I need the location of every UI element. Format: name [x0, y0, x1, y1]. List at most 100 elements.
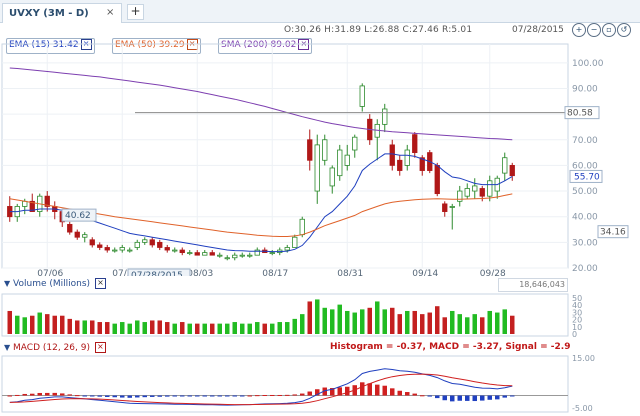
zoom-reset-icon[interactable]: ↺ [617, 23, 631, 37]
volume-bar [105, 322, 110, 334]
collapse-volume-icon[interactable]: ▼ [4, 279, 10, 288]
zoom-in-icon[interactable]: + [572, 23, 586, 37]
macd-histogram-bar [195, 395, 200, 397]
candle-body [82, 234, 88, 238]
sma200-line [9, 67, 513, 141]
volume-bar [487, 310, 492, 334]
candle-body [134, 241, 140, 248]
time-tick-label: 08/03 [187, 269, 213, 276]
macd-histogram-bar [60, 393, 65, 396]
volume-bar [457, 314, 462, 334]
volume-chart[interactable]: 50403020100 [0, 292, 640, 340]
candle-body [217, 254, 223, 257]
volume-bar [472, 314, 477, 334]
macd-histogram-bar [150, 395, 155, 397]
ohlc-readout: O:30.26 H:31.89 L:26.88 C:27.46 R:5.01 [284, 25, 473, 35]
macd-histogram-bar [405, 392, 410, 396]
volume-bar [255, 322, 260, 334]
volume-bar [90, 320, 95, 334]
volume-bar [37, 312, 42, 334]
crosshair-price-label: 40.62 [65, 211, 91, 221]
macd-tick-label: 15.00 [572, 354, 595, 363]
macd-histogram-bar [217, 395, 222, 397]
macd-histogram-bar [255, 395, 260, 397]
volume-bar [420, 314, 425, 334]
volume-bar [330, 309, 335, 334]
candle-body [472, 185, 478, 192]
remove-macd-icon[interactable]: × [94, 342, 106, 353]
macd-histogram-bar [345, 386, 350, 396]
candle-body [389, 144, 395, 166]
volume-bar [60, 315, 65, 334]
candle-body [179, 249, 185, 254]
macd-histogram-bar [457, 395, 462, 401]
price-tick-label: 30.00 [572, 238, 598, 248]
volume-bar [52, 315, 57, 334]
volume-bar [240, 323, 245, 334]
candle-body [449, 206, 455, 208]
chart-tab-bar: UVXY (3M - D) × + [0, 0, 640, 23]
macd-histogram-bar [277, 394, 282, 396]
macd-histogram-bar [382, 385, 387, 396]
macd-tick-label: -5.00 [572, 404, 593, 413]
macd-histogram-bar [435, 395, 440, 399]
candle-body [397, 159, 403, 171]
volume-bar [30, 315, 35, 334]
candle-body [502, 157, 508, 174]
macd-histogram-bar [487, 395, 492, 400]
macd-chart[interactable]: 15.00 -5.00 [0, 354, 640, 414]
zoom-out-icon[interactable]: − [587, 23, 601, 37]
macd-histogram-bar [75, 395, 80, 397]
add-tab-button[interactable]: + [127, 4, 144, 20]
zoom-fit-icon[interactable]: ▫ [602, 23, 616, 37]
candle-body [112, 249, 118, 252]
macd-histogram-bar [442, 395, 447, 401]
price-tick-label: 100.00 [572, 59, 604, 69]
candle-body [187, 252, 193, 255]
collapse-macd-icon[interactable]: ▼ [4, 343, 10, 352]
volume-bar [375, 301, 380, 334]
volume-bar [120, 322, 125, 334]
candle-body [247, 254, 253, 257]
volume-bar [202, 323, 207, 334]
volume-bar [352, 312, 357, 334]
macd-histogram-bar [180, 395, 185, 397]
price-tick-label: 90.00 [572, 84, 598, 94]
macd-histogram-bar [480, 395, 485, 401]
remove-volume-icon[interactable]: × [94, 278, 106, 289]
chart-tab[interactable]: UVXY (3M - D) × [2, 3, 122, 23]
candle-body [119, 247, 125, 251]
price-axis: 100.0090.0080.0070.0060.0050.0040.0030.0… [572, 59, 604, 274]
macd-histogram-bar [262, 394, 267, 396]
candle-body [67, 223, 73, 233]
macd-histogram-bar [157, 395, 162, 397]
macd-histogram-bar [172, 395, 177, 397]
candle-body [202, 252, 208, 256]
volume-bar [285, 322, 290, 334]
macd-histogram-bar [450, 395, 455, 402]
macd-histogram-bar [427, 395, 432, 397]
signal-line [9, 373, 513, 406]
candle-body [269, 252, 275, 255]
candle-body [292, 236, 298, 248]
close-tab-icon[interactable]: × [106, 7, 114, 18]
volume-bar [15, 315, 20, 334]
macd-histogram-bar [300, 393, 305, 396]
volume-bar [270, 323, 275, 334]
volume-bar [195, 323, 200, 334]
volume-bar [135, 320, 140, 334]
macd-histogram-bar [112, 395, 117, 398]
candle-body [359, 85, 365, 107]
volume-bar [405, 310, 410, 334]
price-chart[interactable]: 100.0090.0080.0070.0060.0050.0040.0030.0… [0, 36, 640, 276]
macd-histogram-bar [37, 392, 42, 396]
candle-body [157, 241, 163, 248]
volume-bar [165, 322, 170, 334]
candle-body [307, 139, 313, 161]
candle-body [344, 154, 350, 166]
macd-histogram-bar [390, 388, 395, 396]
volume-bar [307, 301, 312, 334]
time-tick-label: 07/06 [37, 269, 63, 276]
candle-body [352, 136, 358, 151]
volume-bar [187, 323, 192, 334]
